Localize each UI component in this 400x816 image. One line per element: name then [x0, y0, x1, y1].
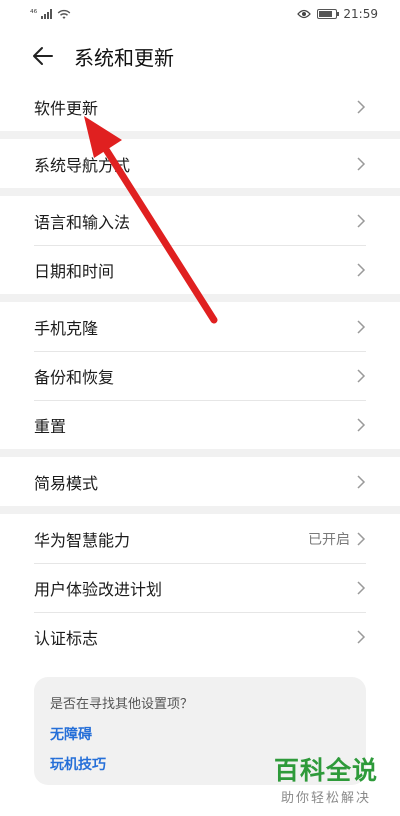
section-divider [0, 131, 400, 139]
chevron-right-icon [357, 213, 366, 228]
date-time-label: 日期和时间 [34, 261, 115, 281]
user-experience-item[interactable]: 用户体验改进计划 [0, 563, 400, 612]
system-navigation-item[interactable]: 系统导航方式 [0, 139, 400, 188]
page-title: 系统和更新 [74, 45, 174, 70]
certification-item[interactable]: 认证标志 [0, 612, 400, 661]
back-arrow-icon[interactable] [28, 41, 58, 71]
group-update: 软件更新 [0, 82, 400, 131]
chevron-right-icon [357, 531, 366, 546]
chevron-right-icon [357, 417, 366, 432]
simple-mode-label: 简易模式 [34, 473, 99, 493]
backup-restore-label: 备份和恢复 [34, 367, 115, 387]
huawei-ai-status: 已开启 [308, 531, 350, 548]
accessibility-link[interactable]: 无障碍 [50, 724, 366, 744]
certification-label: 认证标志 [34, 628, 99, 648]
watermark-sub: 助你轻松解决 [280, 791, 371, 806]
language-input-item[interactable]: 语言和输入法 [0, 196, 400, 245]
group-navigation: 系统导航方式 [0, 139, 400, 188]
software-update-label: 软件更新 [34, 98, 99, 118]
chevron-right-icon [357, 319, 366, 334]
signal-text: ⁴⁶ [30, 9, 38, 19]
reset-item[interactable]: 重置 [0, 400, 400, 449]
phone-clone-item[interactable]: 手机克隆 [0, 302, 400, 351]
section-divider [0, 188, 400, 196]
chevron-right-icon [357, 99, 366, 114]
group-language-date: 语言和输入法 日期和时间 [0, 196, 400, 294]
clock: 21:59 [343, 7, 378, 21]
signal-icon [41, 9, 53, 19]
group-backup: 手机克隆 备份和恢复 重置 [0, 302, 400, 449]
group-misc: 华为智慧能力 已开启 用户体验改进计划 认证标志 [0, 514, 400, 661]
chevron-right-icon [357, 156, 366, 171]
suggestion-title: 是否在寻找其他设置项？ [50, 697, 194, 712]
section-divider [0, 506, 400, 514]
system-navigation-label: 系统导航方式 [34, 155, 131, 175]
chevron-right-icon [357, 580, 366, 595]
user-experience-label: 用户体验改进计划 [34, 579, 163, 599]
phone-clone-label: 手机克隆 [34, 318, 99, 338]
settings-list: 软件更新 系统导航方式 语言和输入法 日期和时间 手机克隆 备份和恢复 重置 简… [0, 82, 400, 661]
header: 系统和更新 [0, 28, 400, 84]
chevron-right-icon [357, 262, 366, 277]
reset-label: 重置 [34, 416, 67, 436]
watermark-logo: 百科全说 助你轻松解决 [270, 751, 382, 806]
chevron-right-icon [357, 474, 366, 489]
watermark-main: 百科全说 [273, 756, 378, 785]
group-simple-mode: 简易模式 [0, 457, 400, 506]
chevron-right-icon [357, 368, 366, 383]
huawei-ai-label: 华为智慧能力 [34, 530, 131, 550]
status-left: ⁴⁶ [30, 9, 71, 20]
backup-restore-item[interactable]: 备份和恢复 [0, 351, 400, 400]
language-input-label: 语言和输入法 [34, 212, 131, 232]
status-right: 21:59 [297, 7, 378, 21]
wifi-icon [57, 9, 71, 19]
software-update-item[interactable]: 软件更新 [0, 82, 400, 131]
simple-mode-item[interactable]: 简易模式 [0, 457, 400, 506]
battery-icon [317, 9, 340, 19]
section-divider [0, 449, 400, 457]
huawei-ai-item[interactable]: 华为智慧能力 已开启 [0, 514, 400, 563]
chevron-right-icon [357, 629, 366, 644]
status-bar: ⁴⁶ 21:59 [0, 0, 400, 28]
section-divider [0, 294, 400, 302]
eye-icon [297, 9, 312, 19]
date-time-item[interactable]: 日期和时间 [0, 245, 400, 294]
